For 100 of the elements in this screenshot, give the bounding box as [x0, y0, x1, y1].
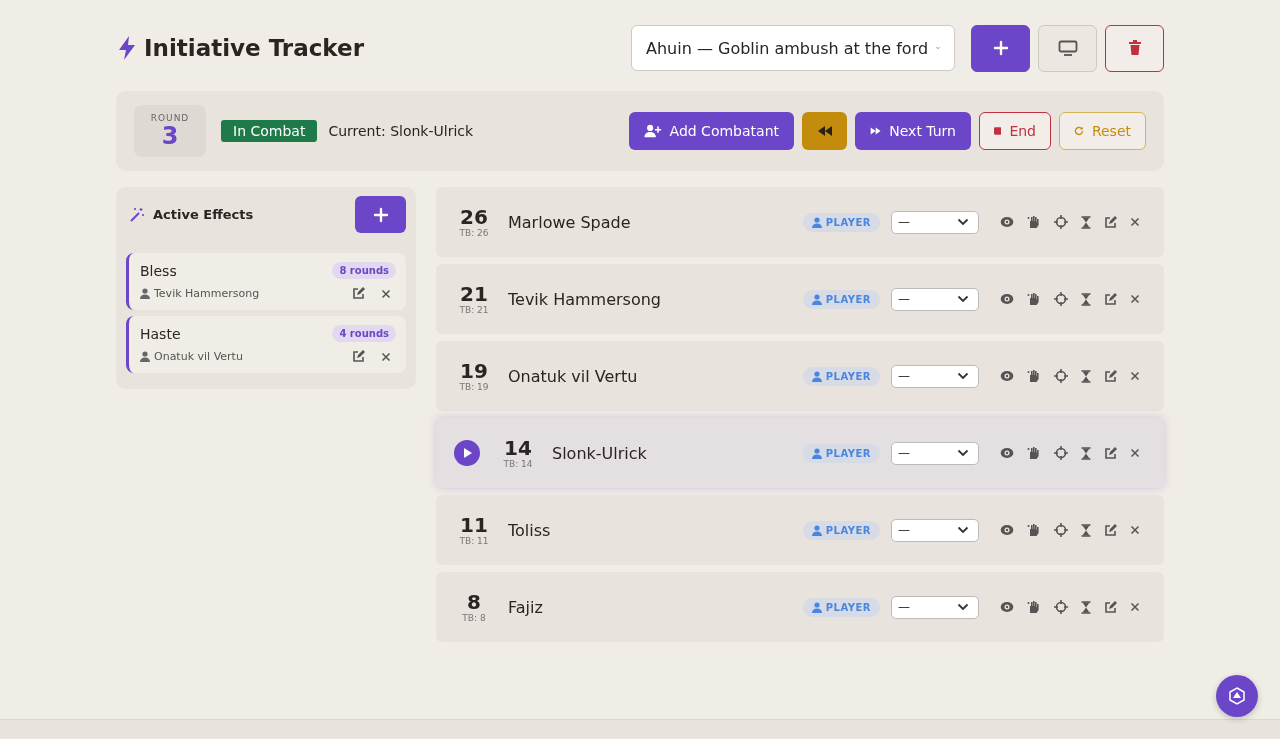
condition-select[interactable]: —: [891, 441, 979, 465]
eye-icon: [1000, 216, 1014, 228]
eye-icon: [1000, 293, 1014, 305]
effects-title: Active Effects: [153, 207, 255, 222]
effect-name: Bless: [140, 262, 178, 279]
tiebreak-label: TB: 8: [462, 613, 486, 623]
hand-icon: [1027, 600, 1041, 614]
combatant-name: Fajiz: [508, 597, 544, 617]
user-icon: [811, 370, 822, 382]
duration-badge: 4 rounds: [332, 325, 396, 342]
user-icon: [140, 351, 150, 362]
lightning-icon: [116, 35, 138, 61]
hourglass-icon: [1081, 369, 1091, 383]
edit-icon: [352, 350, 365, 363]
edit-icon: [1104, 600, 1117, 614]
chevron-down-icon: [957, 372, 969, 380]
plus-icon: [992, 40, 1009, 56]
hourglass-icon: [1081, 523, 1091, 537]
combatant-name: Marlowe Spade: [508, 212, 632, 232]
close-icon: [381, 288, 391, 299]
type-badge: PLAYER: [802, 597, 880, 617]
close-icon: [1130, 294, 1140, 304]
tiebreak-label: TB: 14: [503, 459, 533, 469]
condition-select[interactable]: —: [891, 364, 979, 388]
trash-icon: [1127, 40, 1142, 56]
tiebreak-label: TB: 11: [459, 536, 489, 546]
eye-icon: [1000, 601, 1014, 613]
initiative-value: 11: [460, 514, 488, 536]
type-badge: PLAYER: [802, 289, 880, 309]
duration-badge: 8 rounds: [332, 262, 396, 279]
tiebreak-label: TB: 19: [459, 382, 489, 392]
tiebreak-label: TB: 26: [459, 228, 489, 238]
condition-select[interactable]: —: [891, 287, 979, 311]
hand-icon: [1027, 523, 1041, 537]
type-badge: PLAYER: [802, 212, 880, 232]
current-turn-label: Current: Slonk-Ulrick: [328, 123, 475, 139]
round-label: ROUND: [150, 112, 190, 123]
user-icon: [811, 293, 822, 305]
end-button[interactable]: End: [979, 112, 1051, 150]
crosshair-icon: [1054, 215, 1068, 229]
add-effect-button[interactable]: [355, 196, 406, 233]
crosshair-icon: [1054, 369, 1068, 383]
plus-icon: [372, 206, 389, 223]
user-icon: [811, 216, 822, 228]
round-number: 3: [161, 122, 179, 150]
crosshair-icon: [1054, 523, 1068, 537]
fast-forward-icon: [870, 125, 882, 137]
hourglass-icon: [1081, 215, 1091, 229]
hand-icon: [1027, 446, 1041, 460]
initiative-value: 19: [460, 360, 488, 382]
edit-icon: [1104, 523, 1117, 537]
eye-icon: [1000, 447, 1014, 459]
add-user-icon: [644, 123, 662, 139]
chevron-down-icon: [957, 449, 969, 457]
rewind-icon: [816, 125, 833, 137]
edit-icon: [1104, 292, 1117, 306]
chevron-down-icon: [957, 526, 969, 534]
combatant-name: Tevik Hammersong: [508, 289, 662, 309]
type-badge: PLAYER: [802, 520, 880, 540]
crosshair-icon: [1054, 292, 1068, 306]
display-button[interactable]: [1038, 24, 1097, 72]
stop-icon: [994, 126, 1002, 136]
session-select[interactable]: Ahuin — Goblin ambush at the ford: [631, 25, 955, 71]
next-turn-button[interactable]: Next Turn: [855, 112, 971, 150]
hand-icon: [1027, 369, 1041, 383]
refresh-icon: [1074, 124, 1084, 138]
monitor-icon: [1057, 40, 1078, 56]
condition-select[interactable]: —: [891, 210, 979, 234]
type-badge: PLAYER: [802, 366, 880, 386]
add-session-button[interactable]: [971, 24, 1030, 72]
edit-icon: [1104, 446, 1117, 460]
dice-icon: [1228, 687, 1246, 705]
combatant-name: Onatuk vil Vertu: [508, 366, 639, 386]
initiative-value: 21: [460, 283, 488, 305]
condition-select[interactable]: —: [891, 595, 979, 619]
crosshair-icon: [1054, 600, 1068, 614]
delete-button[interactable]: [1105, 24, 1164, 72]
previous-turn-button[interactable]: [802, 112, 847, 150]
edit-icon: [1104, 369, 1117, 383]
tiebreak-label: TB: 21: [459, 305, 489, 315]
dice-button[interactable]: [1216, 675, 1258, 717]
user-icon: [811, 447, 822, 459]
effect-target: Onatuk vil Vertu: [154, 350, 243, 363]
initiative-value: 26: [460, 206, 488, 228]
close-icon: [1130, 371, 1140, 381]
hourglass-icon: [1081, 446, 1091, 460]
close-icon: [1130, 602, 1140, 612]
effect-target: Tevik Hammersong: [154, 287, 260, 300]
condition-select[interactable]: —: [891, 518, 979, 542]
hourglass-icon: [1081, 600, 1091, 614]
effect-name: Haste: [140, 325, 182, 342]
close-icon: [1130, 448, 1140, 458]
add-combatant-button[interactable]: Add Combatant: [629, 112, 794, 150]
chevron-down-icon: [957, 218, 969, 226]
hand-icon: [1027, 215, 1041, 229]
magic-wand-icon: [129, 206, 145, 223]
chevron-down-icon: [957, 295, 969, 303]
close-icon: [1130, 217, 1140, 227]
chevron-down-icon: [957, 603, 969, 611]
close-icon: [381, 351, 391, 362]
